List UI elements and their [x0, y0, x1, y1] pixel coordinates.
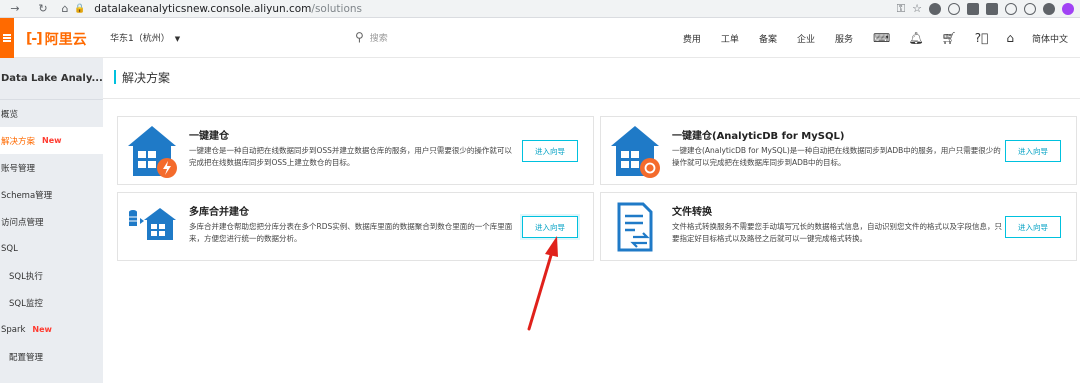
- forward-arrow-icon[interactable]: →: [6, 0, 24, 18]
- solution-card: 多库合并建仓 多库合并建仓帮助您把分库分表在多个RDS实例、数据库里面的数据聚合…: [117, 192, 594, 261]
- sidebar-item-label: 解决方案: [1, 136, 36, 147]
- card-description: 一键建仓是一种自动把在线数据同步到OSS并建立数据仓库的服务，用户只需要很少的操…: [189, 146, 512, 167]
- sidebar-item-sql[interactable]: SQL: [0, 235, 103, 262]
- sidebar: Data Lake Analy... 概览 解决方案 New 账号管理 Schem…: [0, 58, 103, 383]
- link-service[interactable]: 服务: [835, 32, 853, 45]
- sidebar-item-overview[interactable]: 概览: [0, 100, 103, 127]
- extension-icon[interactable]: [967, 3, 979, 15]
- sidebar-item-spark[interactable]: Spark New: [0, 316, 103, 343]
- card-title: 多库合并建仓: [189, 207, 249, 218]
- sidebar-item-access-points[interactable]: 访问点管理: [0, 208, 103, 235]
- sidebar-item-schema[interactable]: Schema管理: [0, 181, 103, 208]
- page-title: 解决方案: [122, 70, 171, 85]
- sidebar-item-label: SQL执行: [9, 271, 43, 282]
- enter-wizard-button[interactable]: 进入向导: [522, 140, 578, 162]
- enter-wizard-button[interactable]: 进入向导: [1005, 140, 1061, 162]
- sidebar-item-label: SQL监控: [9, 298, 43, 309]
- sidebar-item-label: Schema管理: [1, 190, 53, 201]
- url-path: /solutions: [311, 3, 363, 15]
- solution-card: 一键建仓(AnalyticDB for MySQL) 一键建仓(Analytic…: [600, 116, 1077, 185]
- multi-db-merge-icon: [126, 200, 178, 254]
- file-convert-icon: [609, 200, 661, 254]
- home-icon[interactable]: ⌂: [56, 0, 74, 18]
- profile-avatar[interactable]: [1062, 3, 1074, 15]
- card-title: 一键建仓: [189, 131, 229, 142]
- link-billing[interactable]: 费用: [683, 32, 701, 45]
- sidebar-item-label: 配置管理: [9, 352, 44, 363]
- menu-icon[interactable]: [0, 18, 14, 58]
- reload-icon[interactable]: ↻: [34, 0, 52, 18]
- help-icon[interactable]: ?⃝: [975, 31, 989, 45]
- extension-icon[interactable]: [1043, 3, 1055, 15]
- link-icp[interactable]: 备案: [759, 32, 777, 45]
- console-topbar: [-] 阿里云 华东1（杭州） ▼ ⚲ 搜索 费用 工单 备案 企业 服务 ⌨ 🔔…: [0, 18, 1080, 58]
- main-content: 解决方案 一键建仓 一键建仓是一种自动把在线数据同步到OSS并建立数据仓库的服务…: [103, 58, 1080, 383]
- region-label: 华东1（杭州）: [110, 34, 170, 44]
- caret-down-icon: ▼: [174, 35, 181, 43]
- link-enterprise[interactable]: 企业: [797, 32, 815, 45]
- card-title: 文件转换: [672, 207, 712, 218]
- home-icon[interactable]: ⌂: [1006, 31, 1014, 45]
- region-selector[interactable]: 华东1（杭州） ▼: [110, 31, 180, 44]
- top-links: 费用 工单 备案 企业 服务 ⌨ 🔔︎ 🛒︎ ?⃝ ⌂ 简体中文: [683, 18, 1080, 58]
- card-description: 多库合并建仓帮助您把分库分表在多个RDS实例、数据库里面的数据聚合到数仓里面的一…: [189, 222, 513, 243]
- warehouse-sync-icon: [126, 124, 178, 178]
- extension-icon[interactable]: [1005, 3, 1017, 15]
- star-icon[interactable]: ☆: [912, 3, 922, 15]
- cart-icon[interactable]: 🛒︎: [942, 31, 957, 45]
- enter-wizard-button[interactable]: 进入向导: [1005, 216, 1061, 238]
- solution-card: 文件转换 文件格式转换服务不需要您手动填写冗长的数据格式信息，自动识别您文件的格…: [600, 192, 1077, 261]
- lock-icon: 🔒: [74, 4, 86, 14]
- sidebar-item-sql-exec[interactable]: SQL执行: [0, 262, 103, 289]
- url-host: datalakeanalyticsnew.console.aliyun.com: [94, 3, 312, 15]
- enter-wizard-button[interactable]: 进入向导: [522, 216, 578, 238]
- aliyun-logo[interactable]: [-] 阿里云: [26, 29, 87, 49]
- extension-icons: ⚿ ☆: [897, 2, 1074, 16]
- sidebar-item-accounts[interactable]: 账号管理: [0, 154, 103, 181]
- card-description: 一键建仓(AnalyticDB for MySQL)是一种自动把在线数据同步到A…: [672, 146, 1001, 167]
- header-divider: [103, 98, 1080, 99]
- product-title: Data Lake Analy...: [0, 58, 103, 100]
- card-description: 文件格式转换服务不需要您手动填写冗长的数据格式信息，自动识别您文件的格式以及字段…: [672, 222, 1002, 243]
- key-icon[interactable]: ⚿: [897, 3, 905, 15]
- search-icon: ⚲: [355, 30, 364, 44]
- logo-text: 阿里云: [44, 32, 87, 48]
- sidebar-item-label: Spark: [1, 324, 26, 335]
- browser-toolbar: → ↻ ⌂ 🔒 datalakeanalyticsnew.console.ali…: [0, 0, 1080, 18]
- sidebar-item-label: SQL: [1, 243, 18, 254]
- language-selector[interactable]: 简体中文: [1032, 32, 1068, 45]
- sidebar-item-label: 访问点管理: [1, 217, 44, 228]
- warehouse-adb-icon: [609, 124, 661, 178]
- bell-icon[interactable]: 🔔︎: [908, 31, 923, 45]
- new-badge: New: [42, 136, 62, 145]
- terminal-icon[interactable]: ⌨: [873, 31, 890, 45]
- search-placeholder: 搜索: [369, 33, 388, 44]
- address-bar[interactable]: 🔒 datalakeanalyticsnew.console.aliyun.co…: [74, 1, 890, 17]
- header-accent-bar: [114, 70, 116, 84]
- aliyun-logo-icon: [-]: [26, 31, 43, 47]
- card-title: 一键建仓(AnalyticDB for MySQL): [672, 131, 845, 142]
- sidebar-item-config[interactable]: 配置管理: [0, 343, 103, 370]
- new-badge: New: [32, 325, 52, 334]
- sidebar-item-solutions[interactable]: 解决方案 New: [0, 127, 103, 154]
- sidebar-item-label: 概览: [1, 109, 19, 120]
- info-icon[interactable]: [1024, 3, 1036, 15]
- sidebar-item-label: 账号管理: [1, 163, 36, 174]
- solution-card: 一键建仓 一键建仓是一种自动把在线数据同步到OSS并建立数据仓库的服务，用户只需…: [117, 116, 594, 185]
- page-header: 解决方案: [114, 68, 170, 86]
- search-box[interactable]: ⚲ 搜索: [355, 30, 388, 44]
- extension-icon[interactable]: [929, 3, 941, 15]
- sidebar-item-sql-monitor[interactable]: SQL监控: [0, 289, 103, 316]
- link-ticket[interactable]: 工单: [721, 32, 739, 45]
- pocket-icon[interactable]: [948, 3, 960, 15]
- extension-icon[interactable]: [986, 3, 998, 15]
